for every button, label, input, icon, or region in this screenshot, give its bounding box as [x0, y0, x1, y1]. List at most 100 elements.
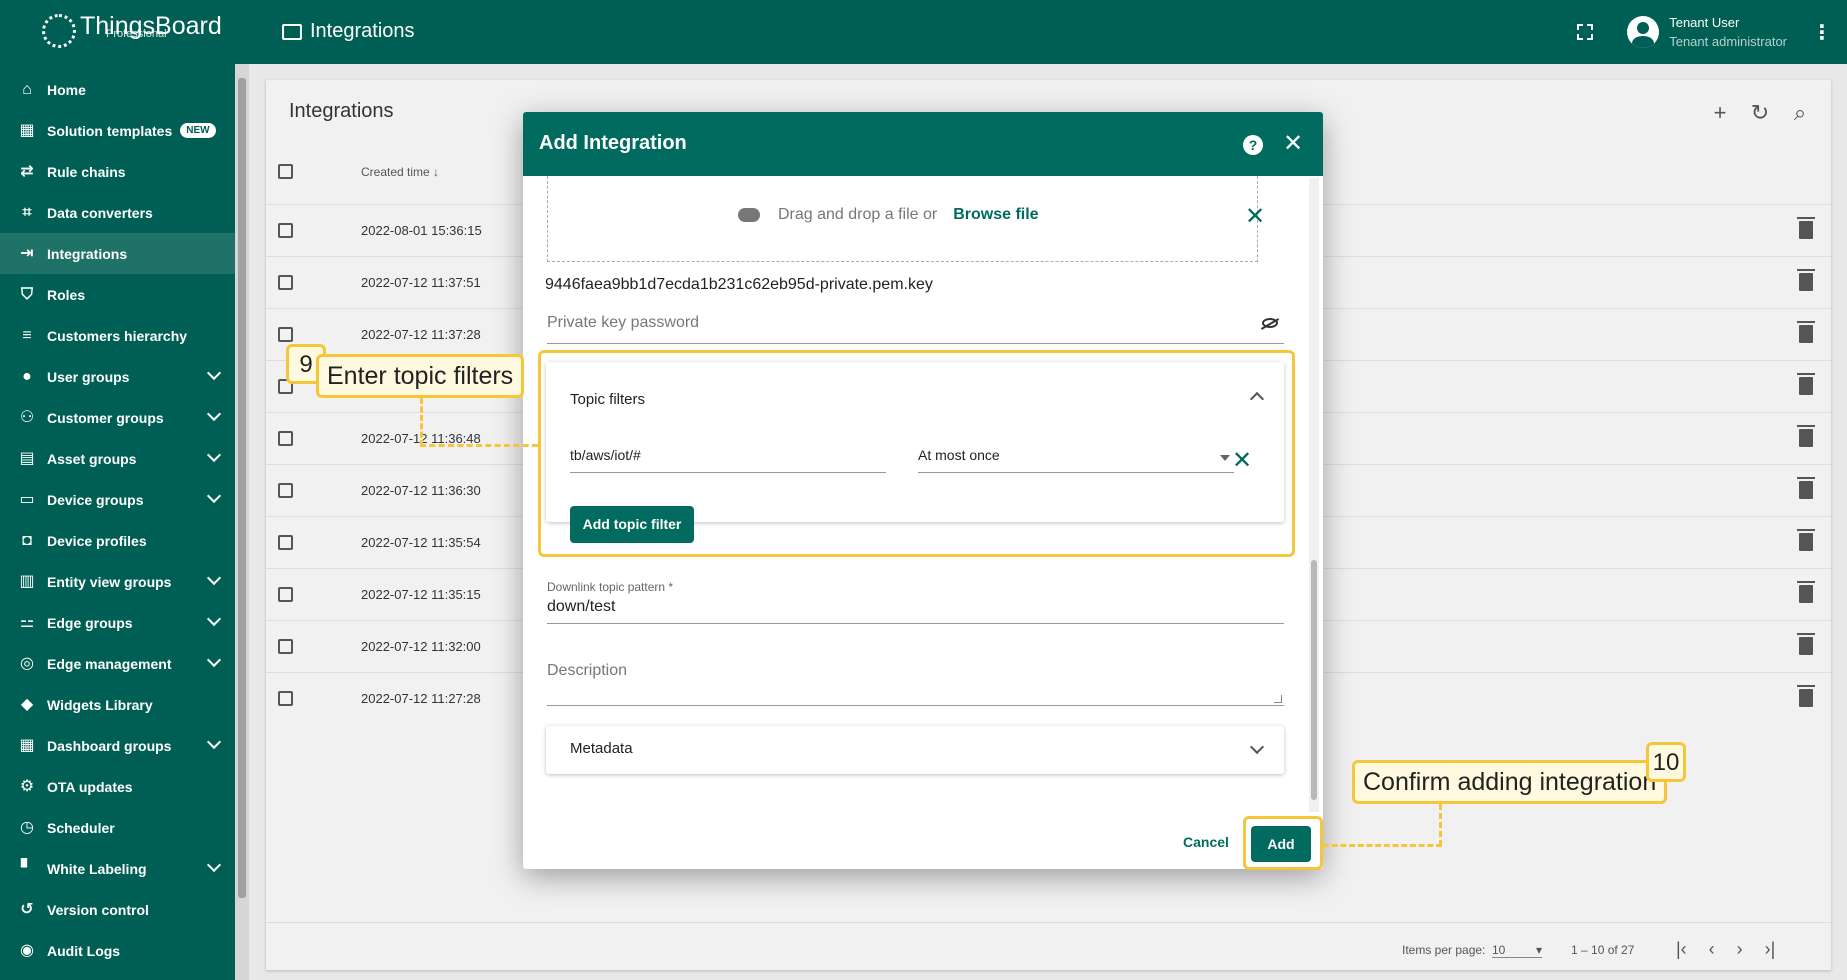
delete-icon[interactable]: [1797, 321, 1815, 343]
sidebar-item-entity-view-groups[interactable]: ▥ Entity view groups: [0, 561, 235, 602]
sidebar-item-user-groups[interactable]: ● User groups: [0, 356, 235, 397]
chevron-down-icon[interactable]: [206, 365, 222, 381]
delete-icon[interactable]: [1797, 373, 1815, 395]
sidebar-item-edge-groups[interactable]: ⚍ Edge groups: [0, 602, 235, 643]
step-10-number: 10: [1646, 742, 1686, 782]
chevron-down-icon[interactable]: [206, 570, 222, 586]
sidebar-item-white-labeling[interactable]: ▘ White Labeling: [0, 848, 235, 889]
sidebar-item-integrations[interactable]: ⇥ Integrations: [0, 233, 235, 274]
sidebar-item-version-control[interactable]: ↺ Version control: [0, 889, 235, 930]
dialog-scrollbar-thumb[interactable]: [1311, 560, 1317, 800]
sidebar-item-edge-management[interactable]: ◎ Edge management: [0, 643, 235, 684]
table-title: Integrations: [289, 100, 394, 122]
next-page-icon[interactable]: ›: [1737, 939, 1743, 960]
delete-icon[interactable]: [1797, 425, 1815, 447]
pagination-nav: |‹ ‹ › ›|: [1676, 939, 1775, 960]
sidebar-item-roles[interactable]: ⛉ Roles: [0, 274, 235, 315]
row-checkbox[interactable]: [278, 275, 293, 290]
sidebar-item-label: Audit Logs: [47, 942, 121, 959]
resize-grip-icon[interactable]: [1274, 695, 1282, 703]
row-checkbox[interactable]: [278, 327, 293, 342]
sidebar-item-label: Roles: [47, 286, 86, 303]
sidebar-item-device-groups[interactable]: ▭ Device groups: [0, 479, 235, 520]
chevron-down-icon[interactable]: [206, 447, 222, 463]
chevron-down-icon[interactable]: [206, 652, 222, 668]
dialog-scrollbar[interactable]: [1309, 178, 1319, 812]
sidebar-item-customer-groups[interactable]: ⚇ Customer groups: [0, 397, 235, 438]
sidebar-item-widgets-library[interactable]: ◆ Widgets Library: [0, 684, 235, 725]
private-key-password-input[interactable]: Private key password: [547, 314, 1284, 344]
visibility-off-icon[interactable]: [1262, 318, 1278, 328]
step-9-connector: [420, 398, 423, 446]
chevron-down-icon[interactable]: [1249, 739, 1265, 755]
delete-icon[interactable]: [1797, 529, 1815, 551]
sidebar-item-label: Integrations: [47, 245, 128, 262]
top-toolbar: ThingsBoard Professional Integrations Te…: [0, 0, 1847, 64]
chevron-down-icon[interactable]: [206, 406, 222, 422]
sidebar-item-ota-updates[interactable]: ⚙ OTA updates: [0, 766, 235, 807]
row-checkbox[interactable]: [278, 691, 293, 706]
row-checkbox[interactable]: [278, 587, 293, 602]
column-header-created-time[interactable]: Created time ↓: [361, 165, 439, 179]
delete-icon[interactable]: [1797, 269, 1815, 291]
chevron-down-icon[interactable]: [206, 488, 222, 504]
browse-file-link[interactable]: Browse file: [953, 206, 1038, 224]
prev-page-icon[interactable]: ‹: [1709, 939, 1715, 960]
description-placeholder: Description: [547, 662, 628, 679]
sidebar-item-audit-logs[interactable]: ◉ Audit Logs: [0, 930, 235, 971]
delete-icon[interactable]: [1797, 685, 1815, 707]
page-range: 1 – 10 of 27: [1571, 943, 1635, 957]
sidebar-item-home[interactable]: ⌂ Home: [0, 69, 235, 110]
sidebar-item-label: Asset groups: [47, 450, 137, 467]
metadata-panel[interactable]: Metadata: [546, 726, 1284, 774]
row-checkbox[interactable]: [278, 639, 293, 654]
items-per-page-select[interactable]: 10 ▾: [1492, 943, 1542, 958]
items-per-page-value: 10: [1492, 943, 1506, 957]
sidebar-item-scheduler[interactable]: ◷ Scheduler: [0, 807, 235, 848]
user-avatar[interactable]: [1627, 16, 1660, 48]
sidebar-item-device-profiles[interactable]: ◘ Device profiles: [0, 520, 235, 561]
clear-file-icon[interactable]: ✕: [1245, 202, 1265, 231]
sidebar-item-label: Edge management: [47, 655, 172, 672]
sidebar-item-asset-groups[interactable]: ▤ Asset groups: [0, 438, 235, 479]
chevron-down-icon[interactable]: [206, 857, 222, 873]
chevron-down-icon[interactable]: [206, 734, 222, 750]
delete-icon[interactable]: [1797, 217, 1815, 239]
row-checkbox[interactable]: [278, 431, 293, 446]
sidebar-item-data-converters[interactable]: ⌗ Data converters: [0, 192, 235, 233]
add-icon[interactable]: +: [1709, 102, 1731, 124]
close-icon[interactable]: ✕: [1283, 132, 1303, 156]
sidebar-scrollbar[interactable]: [235, 64, 249, 980]
help-icon[interactable]: ?: [1243, 135, 1263, 155]
sidebar-item-label: Widgets Library: [47, 696, 153, 713]
refresh-icon[interactable]: ↻: [1749, 102, 1771, 124]
sidebar-item-dashboard-groups[interactable]: ▦ Dashboard groups: [0, 725, 235, 766]
delete-icon[interactable]: [1797, 477, 1815, 499]
sidebar-item-solution-templates[interactable]: ▦ Solution templates NEW: [0, 110, 235, 151]
more-vert-icon[interactable]: ⋮: [1807, 20, 1837, 45]
select-all-checkbox[interactable]: [278, 164, 293, 179]
description-textarea[interactable]: Description: [547, 662, 1284, 706]
fullscreen-icon[interactable]: [1577, 24, 1594, 40]
row-checkbox[interactable]: [278, 223, 293, 238]
delete-icon[interactable]: [1797, 581, 1815, 603]
user-info[interactable]: Tenant User Tenant administrator: [1669, 13, 1787, 51]
cancel-button[interactable]: Cancel: [1183, 834, 1229, 850]
sidebar-item-customers-hierarchy[interactable]: ≡ Customers hierarchy: [0, 315, 235, 356]
sidebar-item-label: Data converters: [47, 204, 153, 221]
delete-icon[interactable]: [1797, 633, 1815, 655]
downlink-topic-input[interactable]: down/test: [547, 598, 1284, 624]
sidebar-item-rule-chains[interactable]: ⇄ Rule chains: [0, 151, 235, 192]
first-page-icon[interactable]: |‹: [1676, 939, 1687, 960]
step-9-callout: Enter topic filters: [316, 354, 525, 398]
add-button-highlight: [1243, 816, 1323, 870]
sort-icon: ≡: [22, 326, 32, 344]
file-drop-zone[interactable]: Drag and drop a file or Browse file: [547, 176, 1258, 262]
user-name: Tenant User: [1669, 15, 1740, 30]
chevron-down-icon[interactable]: [206, 611, 222, 627]
row-checkbox[interactable]: [278, 483, 293, 498]
search-icon[interactable]: ⌕: [1789, 102, 1811, 124]
row-checkbox[interactable]: [278, 535, 293, 550]
sidebar-scrollbar-thumb[interactable]: [238, 78, 246, 898]
last-page-icon[interactable]: ›|: [1765, 939, 1776, 960]
